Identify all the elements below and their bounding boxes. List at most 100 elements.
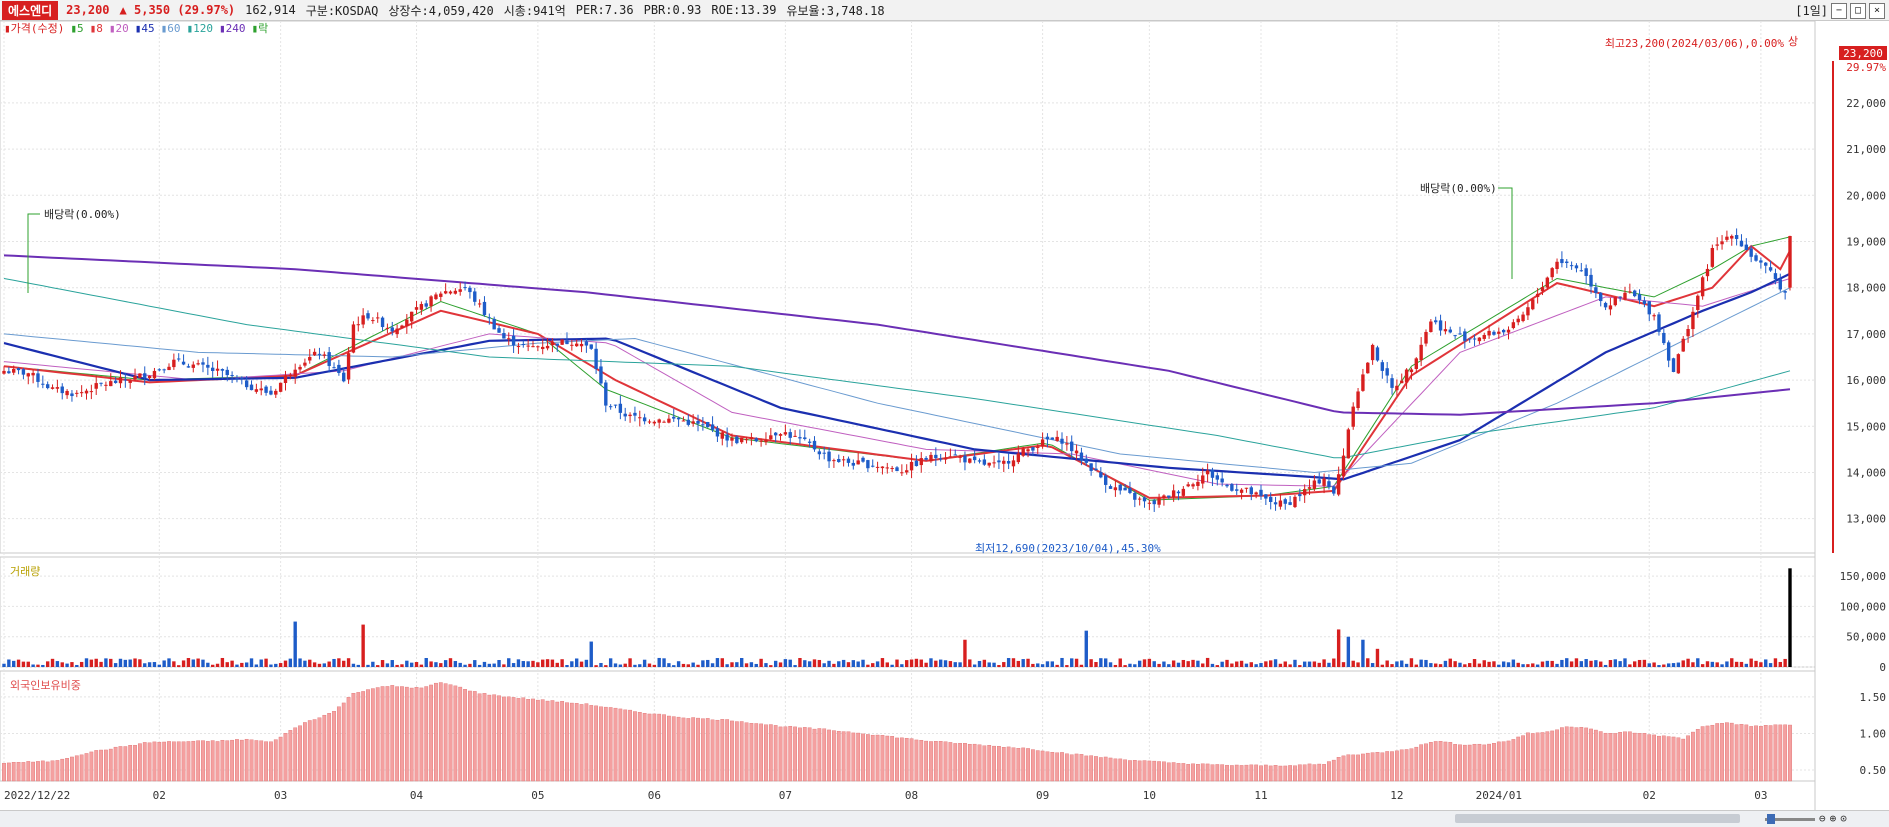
volume-bar <box>1526 664 1530 667</box>
volume-bar <box>647 663 652 667</box>
foreign-bar <box>953 743 958 782</box>
candle-body <box>604 382 608 406</box>
foreign-bar <box>133 745 137 782</box>
foreign-bar <box>579 704 584 782</box>
foreign-bar <box>137 743 142 782</box>
volume-bar <box>992 662 996 667</box>
minimize-icon[interactable]: − <box>1831 2 1847 19</box>
volume-bar <box>1492 661 1496 667</box>
foreign-bar <box>1147 760 1152 782</box>
foreign-bar <box>1327 761 1331 782</box>
volume-bar <box>1336 629 1341 667</box>
volume-bar <box>997 665 1001 667</box>
volume-tick-label: 150,000 <box>1840 570 1886 583</box>
period-selector[interactable]: [1일] <box>1795 2 1828 19</box>
foreign-bar <box>914 739 919 782</box>
foreign-bar <box>1695 728 1700 782</box>
x-tick-label: 10 <box>1143 789 1156 802</box>
candle-body <box>1725 236 1729 240</box>
candle-body <box>269 390 273 395</box>
volume-bar <box>181 660 186 667</box>
scroll-thumb[interactable] <box>1455 814 1740 823</box>
volume-bar <box>691 662 695 667</box>
candle-body <box>880 466 885 469</box>
stock-chart[interactable]: 13,000 14,000 15,000 16,000 17,000 18,000 19,0… <box>0 21 1889 810</box>
volume-bar <box>672 665 676 667</box>
foreign-bar <box>1681 738 1686 782</box>
zoom-in-icon[interactable]: ⊕ <box>1830 812 1837 825</box>
foreign-bar <box>1030 749 1035 782</box>
candle-body <box>667 418 671 423</box>
foreign-bar <box>1263 764 1268 782</box>
candle-body <box>803 437 807 439</box>
volume-bar <box>172 661 176 667</box>
foreign-bar <box>89 751 94 782</box>
foreign-bar <box>759 723 764 782</box>
candle-body <box>1016 453 1021 463</box>
maximize-icon[interactable]: □ <box>1850 2 1866 19</box>
candle-body <box>1215 475 1220 480</box>
foreign-bar <box>657 713 662 782</box>
foreign-bar <box>642 713 647 782</box>
candle-body <box>487 317 492 319</box>
candle-body <box>706 421 710 428</box>
foreign-bar <box>36 761 40 782</box>
zoom-out-icon[interactable]: ⊖ <box>1819 812 1826 825</box>
volume-bar <box>919 659 923 667</box>
volume-bar <box>1676 662 1681 667</box>
volume-bar <box>1045 661 1050 667</box>
volume-bar <box>1390 664 1394 667</box>
foreign-bar <box>1627 731 1632 782</box>
volume-bar <box>900 664 904 667</box>
candle-body <box>293 369 297 377</box>
candle-body <box>764 440 768 443</box>
close-icon[interactable]: × <box>1869 2 1885 19</box>
candle-body <box>84 390 89 394</box>
volume-bar <box>162 660 166 667</box>
candle-body <box>638 417 642 419</box>
volume-bar <box>1152 661 1156 667</box>
candle-body <box>1070 441 1074 452</box>
volume-panel[interactable] <box>0 556 1816 668</box>
stock-name[interactable]: 에스엔디 <box>2 0 59 20</box>
volume-bar <box>633 664 637 667</box>
candle-body <box>283 375 288 384</box>
candle-body <box>177 358 181 360</box>
foreign-bar <box>1560 727 1564 782</box>
volume-bar <box>1065 665 1069 667</box>
last-price-label: 23,200 <box>1843 47 1883 60</box>
candle-body <box>1506 329 1511 333</box>
candle-body <box>691 421 695 424</box>
foreign-bar <box>603 706 608 782</box>
foreign-bar <box>676 716 681 782</box>
legend-marker: ▮ <box>219 22 226 35</box>
foreign-bar <box>555 701 560 782</box>
candle-body <box>157 369 161 371</box>
foreign-bar <box>1700 726 1705 782</box>
candle-body <box>652 421 657 424</box>
volume-bar <box>1565 658 1569 667</box>
zoom-reset-icon[interactable]: ⊙ <box>1840 812 1847 825</box>
foreign-bar <box>50 760 55 782</box>
foreign-bar <box>501 696 506 782</box>
volume-bar <box>376 665 380 667</box>
candle-body <box>385 327 390 329</box>
candle-body <box>1531 299 1535 310</box>
foreign-bar <box>531 698 535 782</box>
foreign-bar <box>1346 754 1351 782</box>
volume-bar <box>1298 665 1302 667</box>
volume-bar <box>788 659 792 667</box>
foreign-bar <box>1783 724 1788 782</box>
candle-body <box>1288 502 1292 505</box>
candle-body <box>327 352 331 366</box>
foreign-bar <box>1098 757 1103 782</box>
volume-bar <box>1463 664 1467 667</box>
foreign-bar <box>40 760 45 782</box>
zoom-slider[interactable] <box>1765 814 1815 824</box>
candle-body <box>744 439 749 441</box>
candle-body <box>1128 488 1132 493</box>
candle-body <box>1157 498 1161 505</box>
x-tick-label: 05 <box>531 789 544 802</box>
candle-body <box>788 432 792 438</box>
horizontal-scrollbar[interactable]: ⊖ ⊕ ⊙ <box>0 810 1889 827</box>
